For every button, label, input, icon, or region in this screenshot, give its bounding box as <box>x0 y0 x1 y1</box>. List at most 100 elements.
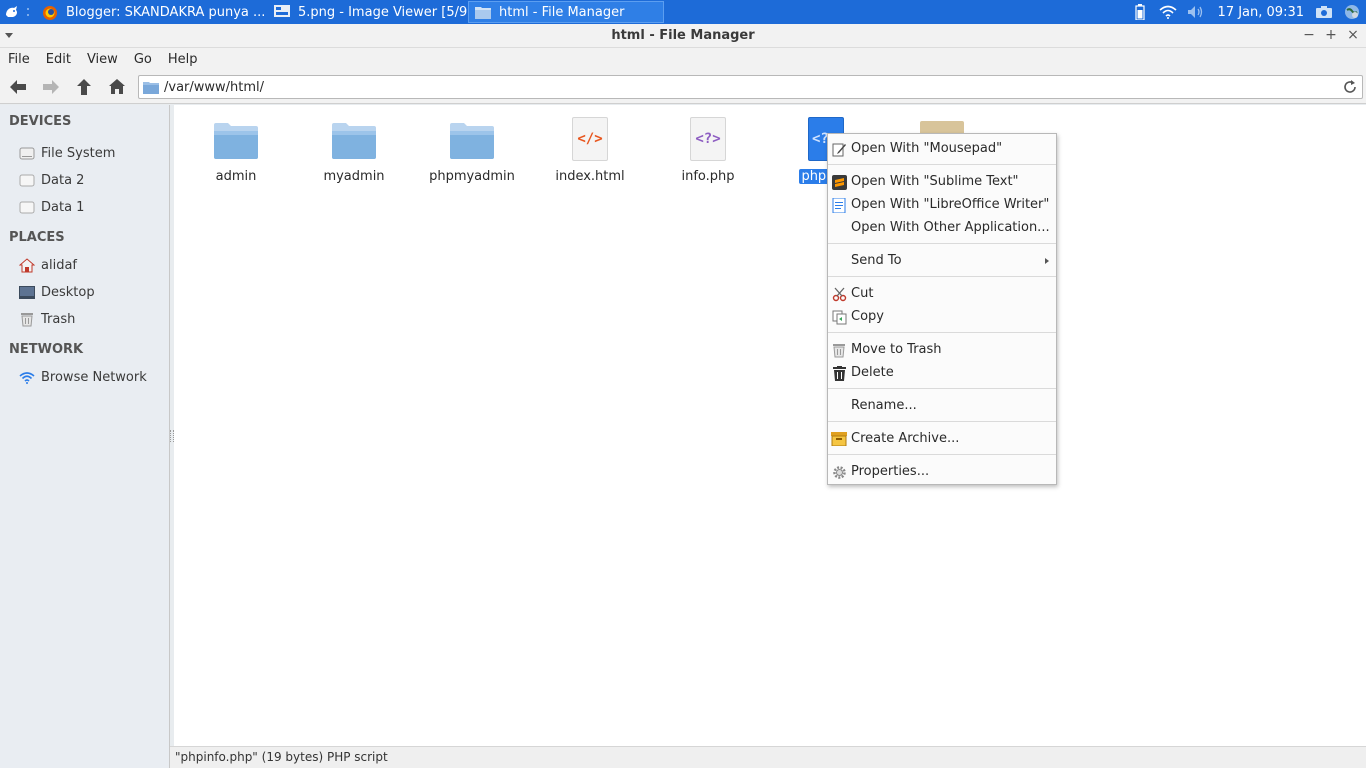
menu-label: Delete <box>851 365 894 380</box>
menu-delete[interactable]: Delete <box>828 361 1056 384</box>
sidebar-item-label: Trash <box>41 312 76 327</box>
file-label: myadmin <box>323 169 385 184</box>
menu-open-with-sublime[interactable]: Open With "Sublime Text" <box>828 170 1056 193</box>
sidebar-item-label: alidaf <box>41 258 77 273</box>
task-label: 5.png - Image Viewer [5/9] <box>298 4 468 20</box>
clock[interactable]: 17 Jan, 09:31 <box>1218 5 1304 20</box>
menu-copy[interactable]: Copy <box>828 305 1056 328</box>
sidebar: DEVICES File System Data 2 Data 1 PLACES… <box>0 105 170 768</box>
archive-icon <box>831 431 847 447</box>
sidebar-item-trash[interactable]: Trash <box>0 306 169 333</box>
sidebar-item-desktop[interactable]: Desktop <box>0 279 169 306</box>
xfce-menu-icon[interactable] <box>4 4 20 20</box>
file-label: admin <box>215 169 257 184</box>
wifi-icon[interactable] <box>1159 4 1177 20</box>
icon-view[interactable]: admin myadmin phpmyadmin </> index.html … <box>174 105 1366 746</box>
menu-label: Open With "Sublime Text" <box>851 174 1019 189</box>
menu-separator <box>828 332 1056 333</box>
menu-file[interactable]: File <box>0 52 38 67</box>
sublime-text-icon <box>831 174 847 190</box>
file-item-index-html[interactable]: </> index.html <box>540 115 640 184</box>
up-button[interactable] <box>69 72 99 102</box>
libreoffice-writer-icon <box>831 197 847 213</box>
reload-icon[interactable] <box>1342 79 1358 95</box>
copy-icon <box>831 309 847 325</box>
window-menu-icon[interactable] <box>5 33 13 38</box>
folder-icon <box>143 81 159 94</box>
menu-label: Open With "LibreOffice Writer" <box>851 197 1050 212</box>
menu-create-archive[interactable]: Create Archive... <box>828 427 1056 450</box>
folder-icon <box>475 5 491 19</box>
back-button[interactable] <box>3 72 33 102</box>
menu-label: Create Archive... <box>851 431 960 446</box>
file-item-phpmyadmin[interactable]: phpmyadmin <box>422 115 522 184</box>
file-label: phpmyadmin <box>429 169 515 184</box>
menu-help[interactable]: Help <box>160 52 206 67</box>
home-button[interactable] <box>102 72 132 102</box>
toolbar: /var/www/html/ <box>0 70 1366 104</box>
sidebar-item-data-1[interactable]: Data 1 <box>0 194 169 221</box>
gear-icon <box>831 464 847 480</box>
php-glyph: <?> <box>690 117 726 161</box>
task-file-manager[interactable]: html - File Manager <box>468 1 664 23</box>
arrow-up-icon <box>77 78 91 95</box>
menu-open-with-mousepad[interactable]: Open With "Mousepad" <box>828 137 1056 160</box>
desktop-icon <box>18 285 35 300</box>
screenshot-icon[interactable] <box>1315 4 1333 20</box>
menu-label: Copy <box>851 309 884 324</box>
folder-icon <box>330 115 378 163</box>
volume-icon[interactable] <box>1187 4 1205 20</box>
file-label: info.php <box>681 169 735 184</box>
text-editor-icon <box>831 141 847 157</box>
menu-separator <box>828 388 1056 389</box>
sidebar-item-data-2[interactable]: Data 2 <box>0 167 169 194</box>
sidebar-item-browse-network[interactable]: Browse Network <box>0 364 169 391</box>
file-item-admin[interactable]: admin <box>186 115 286 184</box>
arrow-left-icon <box>10 79 26 94</box>
folder-icon <box>448 115 496 163</box>
arrow-right-icon <box>43 79 59 94</box>
menu-properties[interactable]: Properties... <box>828 460 1056 483</box>
globe-icon[interactable] <box>1343 4 1361 20</box>
firefox-icon <box>42 5 58 20</box>
forward-button[interactable] <box>36 72 66 102</box>
menu-move-to-trash[interactable]: Move to Trash <box>828 338 1056 361</box>
menu-send-to[interactable]: Send To <box>828 249 1056 272</box>
window-titlebar: html - File Manager − + × <box>0 24 1366 48</box>
html-glyph: </> <box>572 117 608 161</box>
task-image-viewer[interactable]: 5.png - Image Viewer [5/9] <box>268 0 468 24</box>
top-panel: Blogger: SKANDAKRA punya ... 5.png - Ima… <box>0 0 1366 24</box>
sidebar-header-places: PLACES <box>9 230 65 245</box>
menu-rename[interactable]: Rename... <box>828 394 1056 417</box>
menu-label: Properties... <box>851 464 930 479</box>
minimize-button[interactable]: − <box>1302 27 1316 43</box>
location-path: /var/www/html/ <box>164 79 265 95</box>
trash-icon <box>831 342 847 358</box>
menu-separator <box>828 164 1056 165</box>
sidebar-item-home[interactable]: alidaf <box>0 252 169 279</box>
sidebar-item-file-system[interactable]: File System <box>0 140 169 167</box>
menu-cut[interactable]: Cut <box>828 282 1056 305</box>
menu-open-with-other[interactable]: Open With Other Application... <box>828 216 1056 239</box>
menu-open-with-libreoffice[interactable]: Open With "LibreOffice Writer" <box>828 193 1056 216</box>
file-item-myadmin[interactable]: myadmin <box>304 115 404 184</box>
home-icon <box>18 258 35 273</box>
sidebar-item-label: Browse Network <box>41 370 147 385</box>
menu-view[interactable]: View <box>79 52 126 67</box>
menu-edit[interactable]: Edit <box>38 52 79 67</box>
menu-separator <box>828 243 1056 244</box>
maximize-button[interactable]: + <box>1324 27 1338 43</box>
menu-label: Open With Other Application... <box>851 220 1050 235</box>
close-button[interactable]: × <box>1346 27 1360 43</box>
menu-label: Cut <box>851 286 874 301</box>
scissors-icon <box>831 286 847 302</box>
task-firefox[interactable]: Blogger: SKANDAKRA punya ... <box>36 0 268 24</box>
location-bar[interactable]: /var/www/html/ <box>138 75 1363 99</box>
file-label: index.html <box>555 169 625 184</box>
file-item-info-php[interactable]: <?> info.php <box>658 115 758 184</box>
html-file-icon: </> <box>566 115 614 163</box>
battery-icon[interactable] <box>1131 4 1149 20</box>
menu-go[interactable]: Go <box>126 52 160 67</box>
php-file-icon: <?> <box>684 115 732 163</box>
sidebar-item-label: Data 2 <box>41 173 85 188</box>
